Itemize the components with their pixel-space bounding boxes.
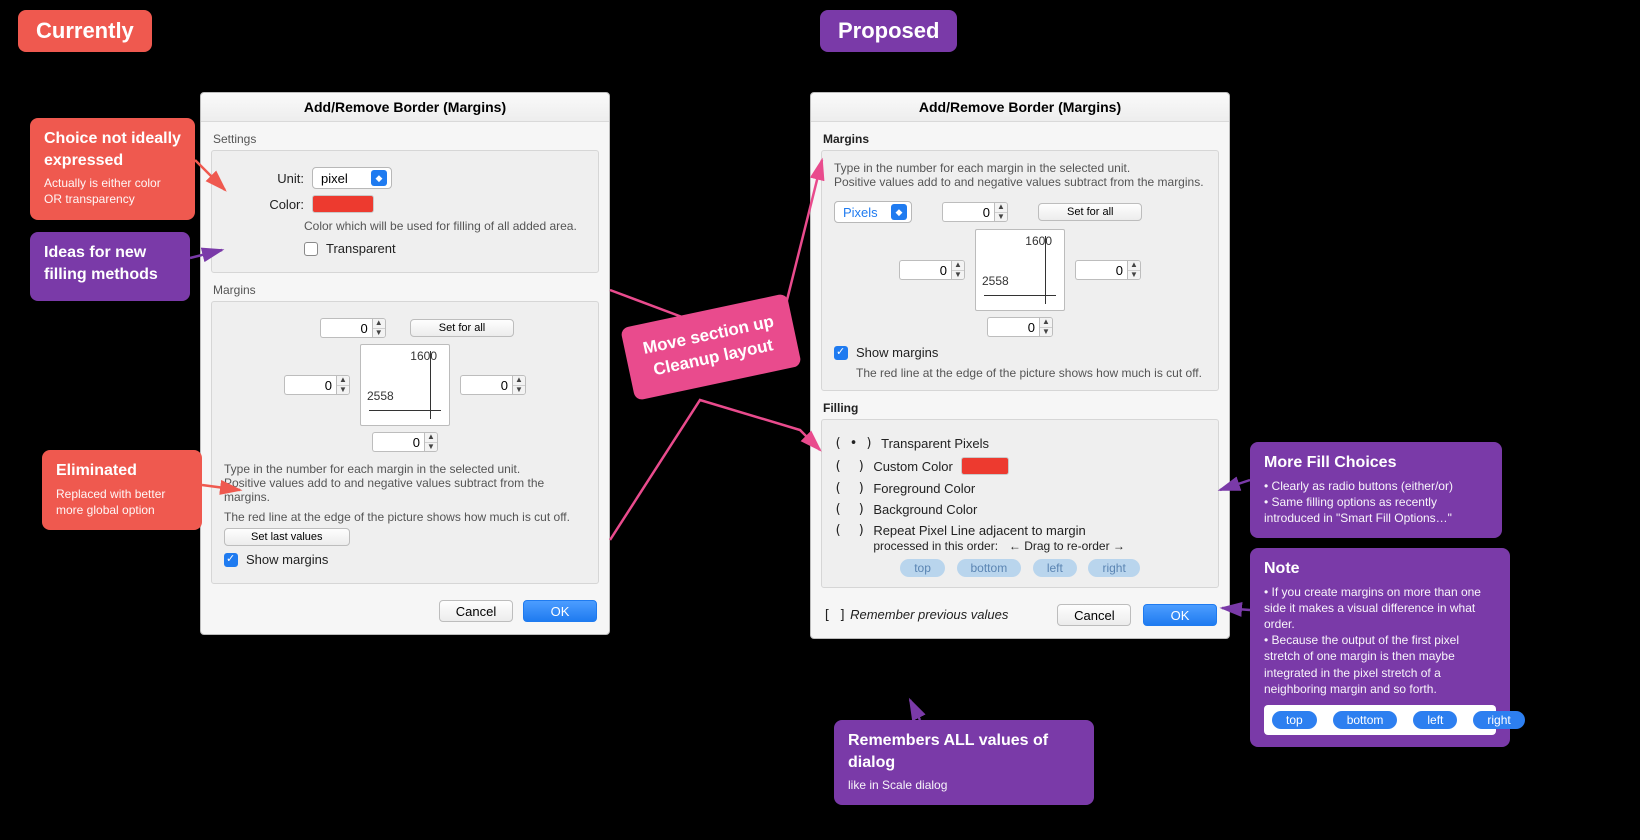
callout-ideas: Ideas for new filling methods (30, 232, 190, 301)
show-margins-label: Show margins (246, 552, 328, 567)
filling-box: ( • ) Transparent Pixels ( ) Custom Colo… (821, 419, 1219, 588)
color-well[interactable] (312, 195, 374, 213)
show-margins-checkbox[interactable] (834, 346, 848, 360)
callout-choice: Choice not ideally expressed Actually is… (30, 118, 195, 220)
ok-button[interactable]: OK (1143, 604, 1217, 626)
color-well[interactable] (961, 457, 1009, 475)
help-text-2: Positive values add to and negative valu… (834, 175, 1206, 189)
dialog-title: Add/Remove Border (Margins) (811, 93, 1229, 122)
redline-text: The red line at the edge of the picture … (856, 366, 1206, 380)
chevron-down-icon: ◆ (891, 204, 907, 220)
section-label-margins: Margins (213, 283, 609, 297)
set-for-all-button[interactable]: Set for all (410, 319, 514, 337)
radio-foreground[interactable]: ( ) (834, 481, 865, 496)
callout-move: Move section up Cleanup layout (620, 293, 802, 401)
show-margins-label: Show margins (856, 345, 938, 360)
note-chip-bottom: bottom (1333, 711, 1398, 729)
headline-currently: Currently (18, 10, 152, 52)
unit-select[interactable]: pixel◆ (312, 167, 392, 189)
section-label-margins: Margins (823, 132, 1229, 146)
margin-right-field[interactable]: ▲▼ (460, 375, 526, 395)
order-chip-top[interactable]: top (900, 559, 945, 577)
color-help: Color which will be used for filling of … (304, 219, 586, 233)
note-chip-left: left (1413, 711, 1457, 729)
unit-select[interactable]: Pixels◆ (834, 201, 912, 223)
transparent-checkbox[interactable] (304, 242, 318, 256)
margin-left-field[interactable]: ▲▼ (284, 375, 350, 395)
radio-transparent[interactable]: ( • ) (834, 436, 873, 451)
dialog-current: Add/Remove Border (Margins) Settings Uni… (200, 92, 610, 635)
ok-button[interactable]: OK (523, 600, 597, 622)
dialog-proposed: Add/Remove Border (Margins) Margins Type… (810, 92, 1230, 639)
settings-box: Unit: pixel◆ Color: Color which will be … (211, 150, 599, 273)
radio-background[interactable]: ( ) (834, 502, 865, 517)
margin-left-field[interactable]: ▲▼ (899, 260, 965, 280)
section-label-filling: Filling (823, 401, 1229, 415)
dialog-title: Add/Remove Border (Margins) (201, 93, 609, 122)
margin-diagram: 1600 2558 (360, 344, 450, 426)
set-last-values-button[interactable]: Set last values (224, 528, 350, 546)
set-for-all-button[interactable]: Set for all (1038, 203, 1142, 221)
remember-checkbox-row[interactable]: [ ] Remember previous values (823, 607, 1008, 623)
cancel-button[interactable]: Cancel (1057, 604, 1131, 626)
transparent-label: Transparent (326, 241, 396, 256)
redline-text: The red line at the edge of the picture … (224, 510, 586, 524)
help-text-1: Type in the number for each margin in th… (224, 462, 586, 476)
order-chip-right[interactable]: right (1088, 559, 1139, 577)
callout-more-fill: More Fill Choices • Clearly as radio but… (1250, 442, 1502, 538)
margins-box: ▲▼ Set for all ▲▼ 1600 2558 ▲▼ ▲▼ Type i… (211, 301, 599, 584)
margin-bottom-field[interactable]: ▲▼ (372, 432, 438, 452)
unit-label: Unit: (264, 171, 304, 186)
help-text-2: Positive values add to and negative valu… (224, 476, 586, 504)
margins-box: Type in the number for each margin in th… (821, 150, 1219, 391)
help-text-1: Type in the number for each margin in th… (834, 161, 1206, 175)
margin-top-field[interactable]: ▲▼ (320, 318, 386, 338)
margin-top-field[interactable]: ▲▼ (942, 202, 1008, 222)
note-chip-right: right (1473, 711, 1524, 729)
headline-proposed: Proposed (820, 10, 957, 52)
order-chip-bottom[interactable]: bottom (957, 559, 1022, 577)
chevron-down-icon: ◆ (371, 170, 387, 186)
color-label: Color: (264, 197, 304, 212)
order-chip-left[interactable]: left (1033, 559, 1077, 577)
radio-repeat-line[interactable]: ( ) (834, 523, 865, 538)
note-chip-top: top (1272, 711, 1317, 729)
margin-bottom-field[interactable]: ▲▼ (987, 317, 1053, 337)
margin-right-field[interactable]: ▲▼ (1075, 260, 1141, 280)
callout-eliminated: Eliminated Replaced with better more glo… (42, 450, 202, 530)
callout-remembers: Remembers ALL values of dialog like in S… (834, 720, 1094, 805)
section-label-settings: Settings (213, 132, 609, 146)
cancel-button[interactable]: Cancel (439, 600, 513, 622)
radio-custom-color[interactable]: ( ) (834, 459, 865, 474)
margin-diagram: 1600 2558 (975, 229, 1065, 311)
callout-note: Note • If you create margins on more tha… (1250, 548, 1510, 747)
show-margins-checkbox[interactable] (224, 553, 238, 567)
